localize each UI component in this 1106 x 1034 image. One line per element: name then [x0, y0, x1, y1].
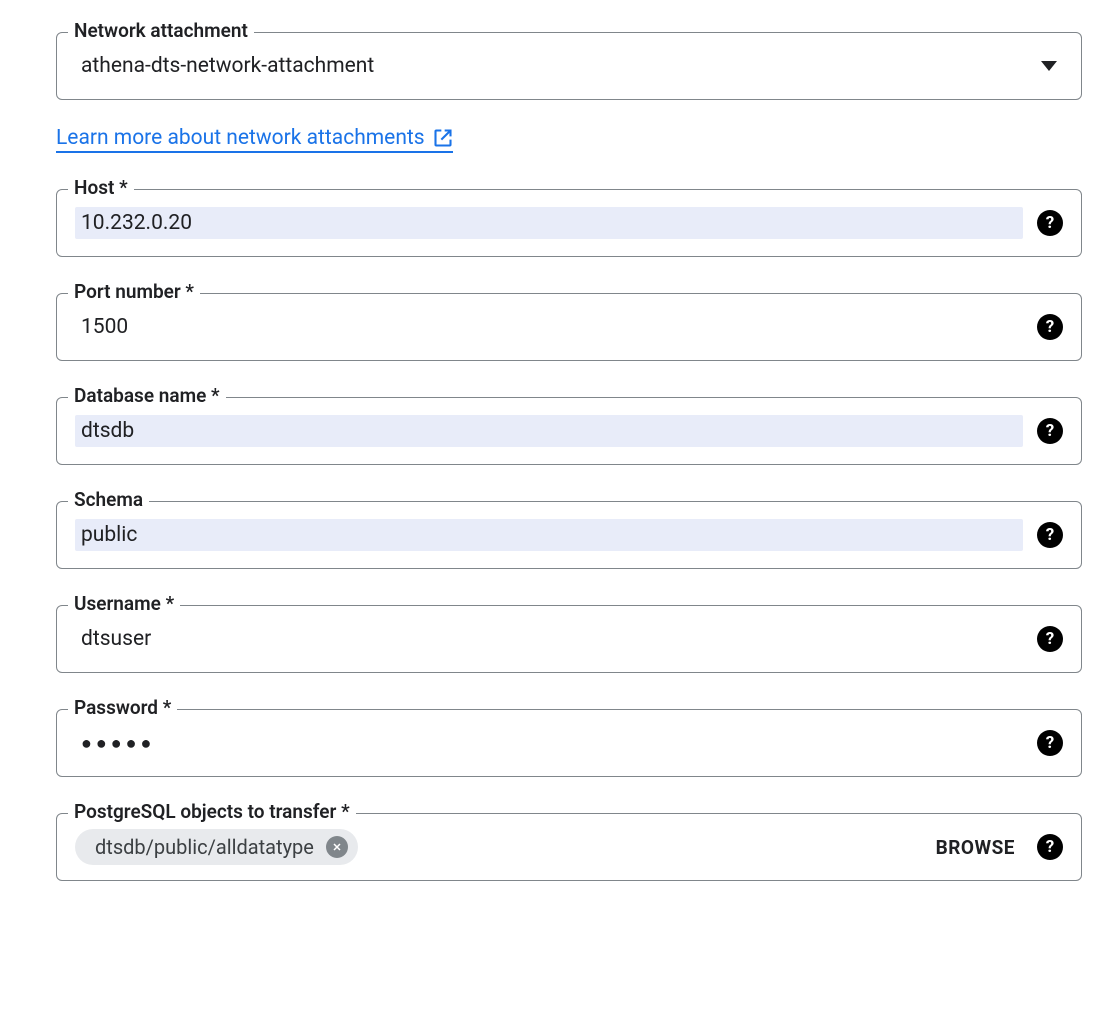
database-name-label: Database name *	[68, 384, 226, 407]
database-name-input[interactable]	[75, 415, 1023, 447]
username-label: Username *	[68, 592, 180, 615]
close-icon[interactable]	[326, 836, 348, 858]
external-link-icon	[433, 128, 453, 148]
help-icon[interactable]: ?	[1037, 626, 1063, 652]
schema-input[interactable]	[75, 519, 1023, 551]
schema-label: Schema	[68, 488, 149, 511]
network-attachment-label: Network attachment	[68, 19, 254, 42]
help-icon[interactable]: ?	[1037, 730, 1063, 756]
learn-more-link[interactable]: Learn more about network attachments	[56, 126, 453, 153]
network-attachment-select[interactable]: athena-dts-network-attachment	[56, 32, 1082, 100]
help-icon[interactable]: ?	[1037, 418, 1063, 444]
help-icon[interactable]: ?	[1037, 834, 1063, 860]
port-input[interactable]	[75, 311, 1023, 343]
learn-more-text: Learn more about network attachments	[56, 126, 425, 150]
network-attachment-value: athena-dts-network-attachment	[75, 50, 1029, 82]
objects-label: PostgreSQL objects to transfer *	[68, 800, 356, 823]
host-label: Host *	[68, 176, 134, 199]
password-input[interactable]: ●●●●●	[75, 729, 1023, 758]
chevron-down-icon	[1041, 61, 1057, 71]
browse-button[interactable]: BROWSE	[928, 832, 1023, 863]
help-icon[interactable]: ?	[1037, 314, 1063, 340]
help-icon[interactable]: ?	[1037, 210, 1063, 236]
host-input[interactable]	[75, 207, 1023, 239]
port-label: Port number *	[68, 280, 200, 303]
object-chip-label: dtsdb/public/alldatatype	[95, 835, 314, 859]
help-icon[interactable]: ?	[1037, 522, 1063, 548]
object-chip[interactable]: dtsdb/public/alldatatype	[75, 829, 358, 865]
password-label: Password *	[68, 696, 177, 719]
username-input[interactable]	[75, 623, 1023, 655]
